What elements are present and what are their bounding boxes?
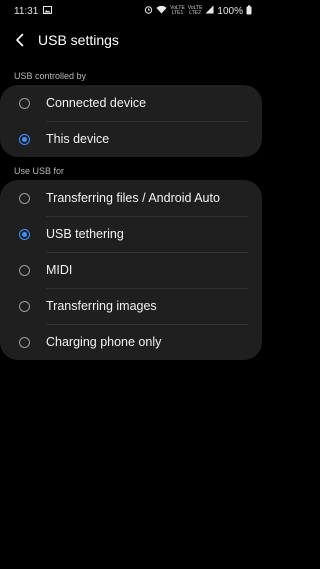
- radio-selected-dot: [22, 231, 27, 237]
- battery-percent: 100%: [217, 5, 243, 17]
- radio-this-device[interactable]: [19, 133, 30, 145]
- option-this-device[interactable]: This device: [0, 121, 262, 157]
- option-connected-device[interactable]: Connected device: [0, 85, 262, 121]
- status-time: 11:31: [14, 5, 39, 17]
- status-bar: 11:31 VoLTE LTE1 VoLTE LTE2 100%: [0, 0, 262, 22]
- radio-connected-device[interactable]: [19, 97, 30, 109]
- image-icon: [43, 5, 53, 17]
- status-right: VoLTE LTE1 VoLTE LTE2 100%: [144, 4, 252, 18]
- option-transferring-images[interactable]: Transferring images: [0, 288, 262, 324]
- option-label: Charging phone only: [46, 335, 162, 349]
- radio-midi[interactable]: [19, 264, 30, 276]
- option-charging-phone-only[interactable]: Charging phone only: [0, 324, 262, 360]
- sim2-label: VoLTE LTE2: [187, 5, 203, 16]
- alarm-icon: [144, 5, 153, 17]
- option-label: Connected device: [46, 96, 147, 110]
- status-left: 11:31: [14, 5, 53, 17]
- usb-controlled-by-card: Connected device This device: [0, 85, 262, 157]
- radio-charging-phone-only[interactable]: [19, 336, 30, 348]
- option-midi[interactable]: MIDI: [0, 252, 262, 288]
- header: USB settings: [0, 24, 262, 56]
- option-label: Transferring files / Android Auto: [46, 191, 220, 205]
- wifi-icon: [156, 5, 167, 17]
- back-button[interactable]: [6, 26, 34, 54]
- sim1-label: VoLTE LTE1: [170, 5, 185, 16]
- radio-usb-tethering[interactable]: [19, 228, 30, 240]
- radio-transferring-files[interactable]: [19, 192, 30, 204]
- radio-transferring-images[interactable]: [19, 300, 30, 312]
- use-usb-for-card: Transferring files / Android Auto USB te…: [0, 180, 262, 360]
- option-transferring-files[interactable]: Transferring files / Android Auto: [0, 180, 262, 216]
- option-label: MIDI: [46, 263, 73, 277]
- back-arrow-icon: [16, 33, 24, 47]
- option-label: USB tethering: [46, 227, 124, 241]
- option-usb-tethering[interactable]: USB tethering: [0, 216, 262, 252]
- section-label-use-usb-for: Use USB for: [14, 166, 65, 176]
- battery-icon: [246, 4, 252, 18]
- radio-selected-dot: [22, 136, 27, 142]
- page-title: USB settings: [38, 32, 119, 48]
- signal-icon: [205, 5, 214, 17]
- section-label-usb-controlled-by: USB controlled by: [14, 71, 87, 81]
- option-label: Transferring images: [46, 299, 157, 313]
- option-label: This device: [46, 132, 110, 146]
